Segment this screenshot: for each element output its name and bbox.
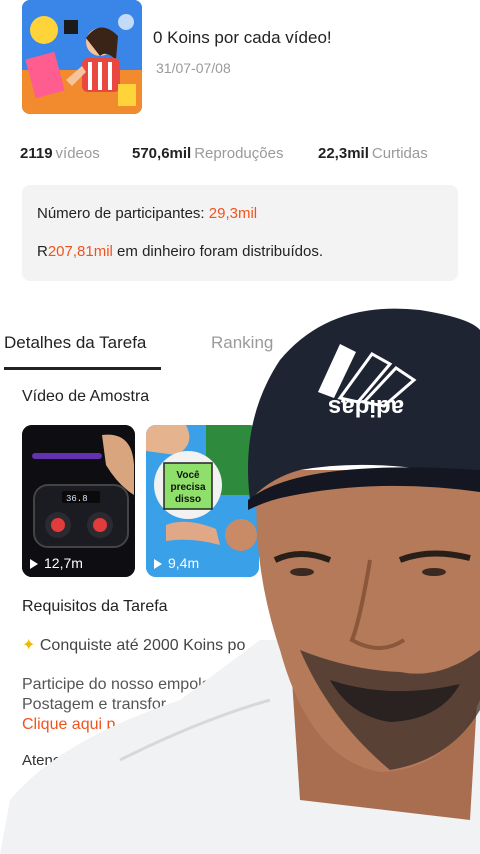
stat-plays: 570,6mil Reproduções	[132, 145, 283, 162]
play-icon	[30, 559, 38, 570]
cash-prefix: R	[37, 243, 48, 260]
click-here-link[interactable]: Clique aqui p	[22, 716, 115, 734]
participants-line: Número de participantes: 29,3mil	[37, 205, 257, 222]
task-requirements-heading: Requisitos da Tarefa	[22, 598, 168, 615]
sample-video-views: 12,7m	[30, 555, 83, 571]
campaign-illustration	[22, 0, 142, 114]
rank-item: 1th	[28, 777, 48, 793]
participants-label: Número de participantes:	[37, 205, 209, 222]
sticker-line-2: precisa	[170, 482, 205, 493]
sample-video-views-value: 9,4m	[168, 555, 200, 571]
requirement-paragraph-line1: Participe do nosso empolg	[22, 676, 211, 693]
stat-videos-value: 2119	[20, 145, 53, 162]
stat-plays-value: 570,6mil	[132, 145, 192, 162]
stat-plays-label: Reproduções	[194, 145, 284, 162]
sticker-line-3: disso	[175, 494, 201, 505]
sticker-line-1: Você	[176, 470, 200, 481]
cap-logo-text: adidas	[328, 394, 404, 421]
campaign-banner-thumbnail[interactable]	[22, 0, 142, 114]
sample-video-views: 9,4m	[154, 555, 199, 571]
participants-value: 29,3mil	[208, 205, 258, 222]
stat-videos: 2119 vídeos	[20, 145, 100, 162]
tab-ranking[interactable]: Ranking	[211, 333, 273, 353]
campaign-title: 0 Koins por cada vídeo!	[153, 28, 332, 47]
stat-likes: 22,3mil Curtidas	[318, 145, 428, 162]
sparkle-icon: ✦	[22, 637, 36, 654]
sample-video-card[interactable]: 36.8 12,7m	[22, 425, 135, 577]
sample-video-card[interactable]: Você precisa disso 9,4m	[146, 425, 259, 577]
stat-likes-value: 22,3mil	[318, 145, 369, 162]
campaign-dates: 31/07-07/08	[156, 60, 231, 76]
requirement-paragraph-line2: Postagem e transfor	[22, 696, 167, 713]
sample-video-views-value: 12,7m	[44, 555, 83, 571]
active-tab-indicator	[4, 367, 161, 370]
requirement-reward-text: Conquiste até 2000 Koins po	[39, 637, 246, 654]
participation-info-box	[22, 185, 458, 281]
stat-videos-label: vídeos	[55, 145, 100, 162]
tab-task-details[interactable]: Detalhes da Tarefa	[4, 333, 146, 353]
requirement-reward-line: ✦ Conquiste até 2000 Koins po	[22, 635, 245, 655]
play-icon	[154, 559, 162, 570]
stat-likes-label: Curtidas	[371, 145, 428, 162]
cash-suffix: em dinheiro foram distribuídos.	[112, 243, 323, 260]
cash-value: 207,81mil	[47, 243, 113, 260]
sample-video-heading: Vídeo de Amostra	[22, 388, 150, 405]
case-display-text: 36.8	[66, 494, 88, 504]
cash-distributed-line: R207,81mil em dinheiro foram distribuído…	[37, 243, 323, 260]
attention-heading: Atenção	[22, 752, 78, 769]
